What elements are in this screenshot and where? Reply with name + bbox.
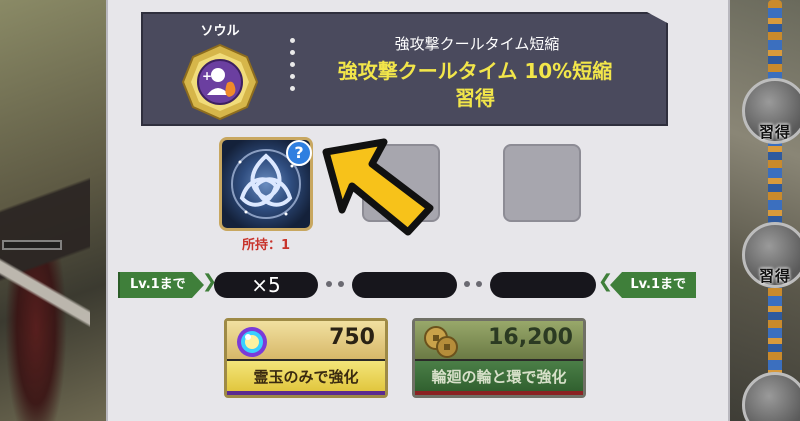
gem-cost: 750 <box>329 325 375 350</box>
soul-badge-icon: + <box>181 43 259 121</box>
skill-tree-chain <box>768 0 782 421</box>
divider-dots <box>290 38 298 98</box>
level-segment-3 <box>490 272 596 298</box>
rainbow-orb-icon <box>237 327 267 357</box>
skill-node-2[interactable]: 習得 <box>742 222 800 288</box>
bead-icon <box>476 281 482 287</box>
skill-node-label: 習得 <box>759 123 792 141</box>
soul-label: ソウル <box>200 24 240 39</box>
sword-hilt <box>2 240 62 250</box>
chevron-left-icon: ❮ <box>598 271 614 292</box>
bead-icon <box>326 281 332 287</box>
pointer-arrow-icon <box>322 138 434 236</box>
skill-effect-text: 強攻撃クールタイム 10%短縮 <box>337 59 613 83</box>
background-scene-right <box>722 0 800 421</box>
owned-count: 所持：1 <box>241 238 291 253</box>
bead-icon <box>464 281 470 287</box>
question-mark-icon[interactable]: ? <box>286 140 312 166</box>
level-tag-left: Lv.1まで <box>118 272 204 298</box>
skill-status: 習得 <box>455 86 495 110</box>
material-slot-3[interactable] <box>503 144 581 222</box>
coin-cost: 16,200 <box>488 325 573 350</box>
coins-icon <box>424 326 458 358</box>
skill-node-1[interactable]: 習得 <box>742 78 800 144</box>
gem-button-label: 霊玉のみで強化 <box>253 368 359 386</box>
level-segment-2 <box>352 272 457 298</box>
character-art <box>0 110 90 421</box>
svg-text:+: + <box>202 69 212 83</box>
skill-effect: 強攻撃クールタイム 10%短縮 習得 <box>300 58 650 112</box>
coin-button-label: 輪廻の輪と環で強化 <box>431 368 567 386</box>
enhance-with-rings-button[interactable]: 16,200 輪廻の輪と環で強化 <box>412 318 586 398</box>
skill-node-label: 習得 <box>759 267 792 285</box>
bead-icon <box>338 281 344 287</box>
enhance-with-gems-button[interactable]: 750 霊玉のみで強化 <box>224 318 388 398</box>
level-tag-right: Lv.1まで <box>610 272 696 298</box>
skill-name: 強攻撃クールタイム短縮 <box>394 35 560 53</box>
level-segment-1: ×5 <box>214 272 318 298</box>
